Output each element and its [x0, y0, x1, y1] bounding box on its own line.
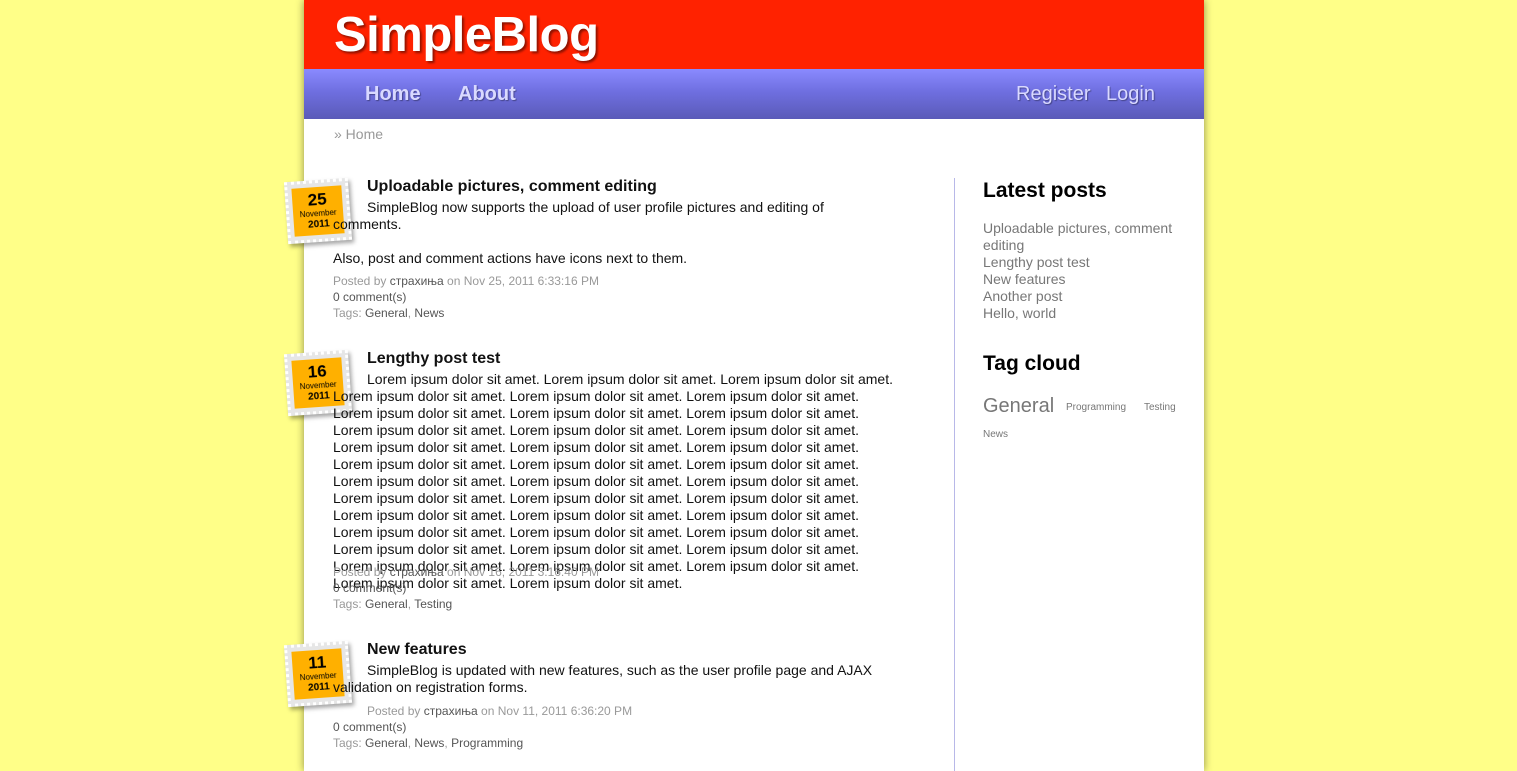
latest-post-link[interactable]: Lengthy post test [983, 254, 1193, 271]
post-date: Nov 16, 2011 3:16:40 PM [463, 565, 599, 579]
post-tags: Tags: General, Testing [333, 597, 453, 611]
post-tags: Tags: General, News, Programming [333, 736, 524, 750]
post-date: Nov 11, 2011 6:36:20 PM [497, 704, 633, 718]
column-divider [954, 178, 955, 771]
latest-posts-title: Latest posts [983, 179, 1107, 202]
nav-home-link[interactable]: Home [365, 82, 421, 106]
latest-post-link[interactable]: New features [983, 271, 1193, 288]
latest-posts-list: Uploadable pictures, comment editing Len… [983, 220, 1193, 322]
post-body-extra: Also, post and comment actions have icon… [333, 250, 688, 266]
page-container: SimpleBlog Home About Register Login » H… [283, 0, 1204, 771]
post-tag-link[interactable]: General [365, 736, 408, 750]
post-body: SimpleBlog now supports the upload of us… [333, 199, 824, 232]
site-title[interactable]: SimpleBlog [334, 6, 599, 64]
post-meta: Posted by страхиња on Nov 11, 2011 6:36:… [367, 704, 633, 718]
post-title[interactable]: Lengthy post test [367, 350, 500, 368]
tag-cloud-link[interactable]: News [983, 429, 1008, 441]
post-comments-link[interactable]: 0 comment(s) [333, 720, 406, 734]
post-comments-link[interactable]: 0 comment(s) [333, 581, 406, 595]
post-title[interactable]: Uploadable pictures, comment editing [367, 178, 657, 196]
breadcrumb[interactable]: » Home [334, 125, 383, 143]
post-tag-link[interactable]: Programming [451, 736, 523, 750]
post-author-link[interactable]: страхиња [390, 274, 444, 288]
post-author-link[interactable]: страхиња [390, 565, 444, 579]
tag-cloud-link[interactable]: Testing [1144, 402, 1176, 414]
post-tag-link[interactable]: General [365, 306, 408, 320]
post-body: Lorem ipsum dolor sit amet. Lorem ipsum … [333, 371, 893, 591]
nav-bar: Home About Register Login [304, 69, 1204, 119]
nav-login-link[interactable]: Login [1106, 82, 1155, 106]
post-tag-link[interactable]: News [414, 306, 444, 320]
tag-cloud-title: Tag cloud [983, 352, 1081, 375]
post-date: Nov 25, 2011 6:33:16 PM [463, 274, 599, 288]
sidebar: Latest posts Uploadable pictures, commen… [983, 178, 1193, 440]
latest-post-link[interactable]: Another post [983, 288, 1193, 305]
tag-cloud-link[interactable]: General [983, 394, 1054, 418]
post-meta: Posted by страхиња on Nov 25, 2011 6:33:… [333, 274, 599, 288]
post-tag-link[interactable]: Testing [414, 597, 452, 611]
post-tag-link[interactable]: General [365, 597, 408, 611]
tag-cloud-link[interactable]: Programming [1066, 402, 1126, 414]
latest-post-link[interactable]: Uploadable pictures, comment editing [983, 220, 1193, 254]
latest-post-link[interactable]: Hello, world [983, 305, 1193, 322]
post-body: SimpleBlog is updated with new features,… [333, 662, 873, 695]
post-tags: Tags: General, News [333, 306, 445, 320]
post-comments-link[interactable]: 0 comment(s) [333, 290, 406, 304]
post-title[interactable]: New features [367, 641, 467, 659]
post-tag-link[interactable]: News [414, 736, 444, 750]
site-header: SimpleBlog [304, 0, 1204, 69]
nav-about-link[interactable]: About [458, 82, 516, 106]
post-meta: Posted by страхиња on Nov 16, 2011 3:16:… [333, 565, 599, 579]
nav-register-link[interactable]: Register [1016, 82, 1090, 106]
post-author-link[interactable]: страхиња [424, 704, 478, 718]
